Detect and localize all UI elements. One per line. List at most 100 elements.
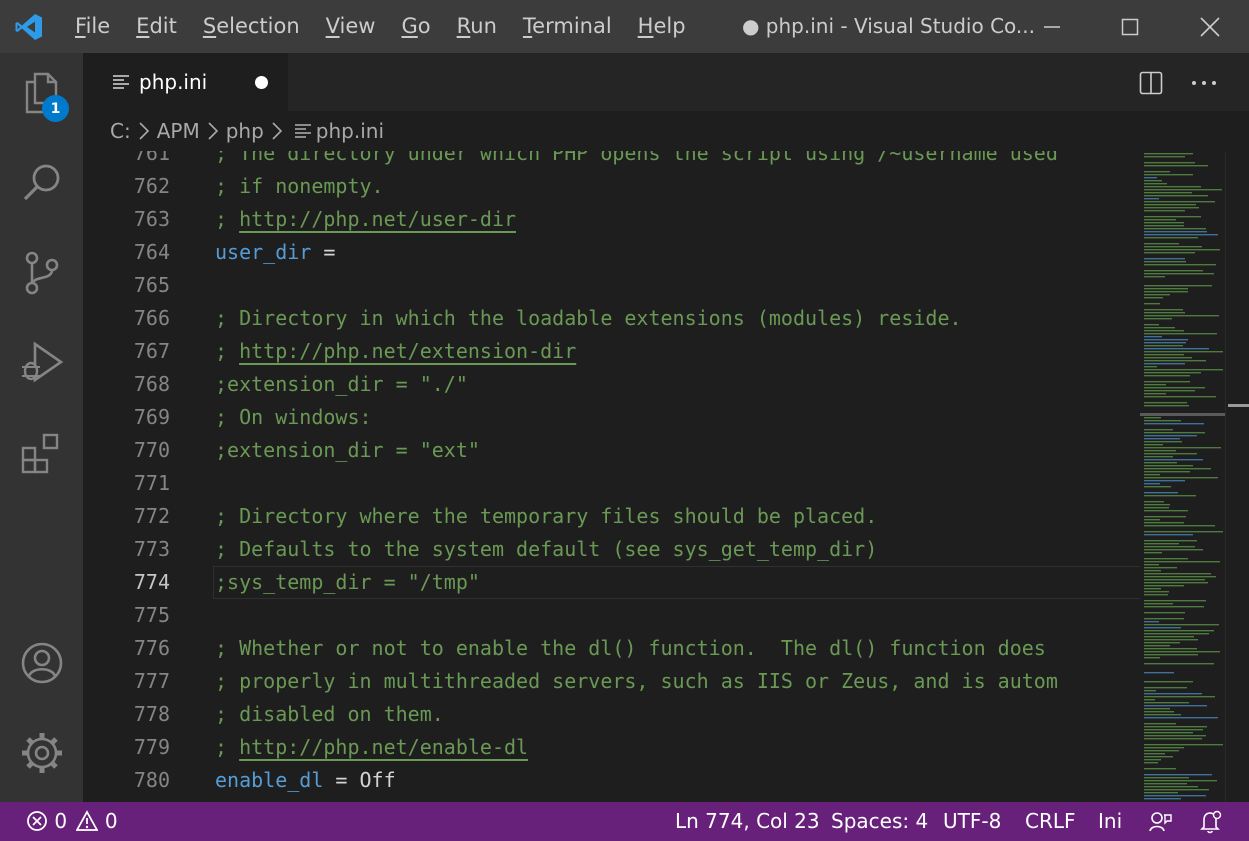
minimap-line [1144,228,1206,230]
url-link[interactable]: http://php.net/user-dir [239,207,516,231]
minimap-line [1144,444,1163,446]
minimap-line [1144,387,1205,389]
code-line[interactable]: 776 ; Whether or not to enable the dl() f… [83,632,1140,665]
line-text: ; On windows: [215,401,372,434]
close-window-button[interactable] [1182,0,1238,53]
code-editor[interactable]: 761 ; The directory under which PHP opens… [83,151,1140,802]
language-mode[interactable]: Ini [1098,802,1122,841]
code-line[interactable]: 764 user_dir = [83,236,1140,269]
minimap-line [1144,576,1216,578]
minimap-line [1144,342,1186,344]
comment-text: ; On windows: [215,405,372,429]
close-icon [1200,16,1220,37]
minimap-line [1144,402,1187,404]
eol-setting[interactable]: CRLF [1025,802,1076,841]
minimap-line [1144,651,1220,653]
code-line[interactable]: 768 ;extension_dir = "./" [83,368,1140,401]
menu-help[interactable]: Help [625,0,699,53]
minimap[interactable] [1140,151,1225,802]
notifications-button[interactable] [1199,810,1223,839]
code-line[interactable]: 767; http://php.net/extension-dir [83,335,1140,368]
code-line[interactable]: 773 ; Defaults to the system default (see… [83,533,1140,566]
breadcrumb-file[interactable]: php.ini [316,119,384,143]
indentation-setting[interactable]: Spaces: 4 [831,802,928,841]
code-line[interactable]: 771 [83,467,1140,500]
tab-php-ini[interactable]: php.ini [83,53,288,111]
minimap-line [1144,786,1198,788]
menu-view[interactable]: View [313,0,389,53]
code-line[interactable]: 769 ; On windows: [83,401,1140,434]
minimap-line [1144,441,1182,443]
code-line[interactable]: 762 ; if nonempty. [83,170,1140,203]
manage-button[interactable] [0,713,83,793]
code-line[interactable]: 774 ;sys_temp_dir = "/tmp" [83,566,1140,599]
minimap-line [1144,417,1161,419]
menu-go[interactable]: Go [388,0,443,53]
code-line[interactable]: 761 ; The directory under which PHP opens… [83,151,1140,170]
menu-file[interactable]: File [62,0,123,53]
code-line[interactable]: 765 [83,269,1140,302]
breadcrumb-folder-php[interactable]: php [226,119,264,143]
breadcrumb-folder-apm[interactable]: APM [157,119,200,143]
minimap-line [1144,507,1169,509]
minimap-line [1144,189,1222,191]
line-number: 765 [133,273,170,297]
comment-text: ; Defaults to the system default (see sy… [215,537,878,561]
minimap-preview [1140,153,1225,800]
menu-accelerator: V [325,14,340,38]
cursor-position[interactable]: Ln 774, Col 23 [675,802,820,841]
explorer-button[interactable]: 1 [0,53,83,133]
account-icon [21,642,62,684]
minimap-line [1144,330,1184,332]
minimap-line [1144,780,1217,782]
maximize-button[interactable] [1102,0,1158,53]
minimap-line [1144,738,1202,740]
minimap-line [1144,534,1193,536]
accounts-button[interactable] [0,623,83,703]
feedback-button[interactable] [1148,811,1172,838]
split-editor-button[interactable] [1136,68,1166,98]
unsaved-dot-icon[interactable] [255,76,268,89]
minimap-line [1144,327,1175,329]
minimize-button[interactable] [1024,0,1080,53]
minimap-line [1144,333,1217,335]
vertical-scrollbar[interactable] [1225,151,1249,802]
breadcrumb-drive[interactable]: C: [110,119,131,143]
comment-text: ; if nonempty. [215,174,384,198]
url-link[interactable]: http://php.net/enable-dl [239,735,528,759]
code-line[interactable]: 780 enable_dl = Off [83,764,1140,797]
line-text: ; disabled on them. [215,698,444,731]
minimap-line [1144,567,1177,569]
source-control-button[interactable] [0,233,83,313]
menu-terminal[interactable]: Terminal [510,0,625,53]
menu-selection[interactable]: Selection [190,0,313,53]
more-actions-button[interactable] [1189,68,1219,98]
minimap-line [1144,735,1206,737]
code-line[interactable]: 772 ; Directory where the temporary files… [83,500,1140,533]
encoding-setting[interactable]: UTF-8 [943,802,1001,841]
minimap-line [1144,201,1215,203]
code-line[interactable]: 778 ; disabled on them. [83,698,1140,731]
minimap-line [1144,783,1187,785]
url-link[interactable]: http://php.net/extension-dir [239,339,576,363]
minimap-line [1144,303,1160,305]
minimap-line [1144,546,1195,548]
code-line[interactable]: 770 ;extension_dir = "ext" [83,434,1140,467]
code-line[interactable]: 763; http://php.net/user-dir [83,203,1140,236]
extensions-button[interactable] [0,413,83,493]
run-debug-button[interactable] [0,323,83,403]
minimap-line [1144,624,1219,626]
code-line[interactable]: 766 ; Directory in which the loadable ext… [83,302,1140,335]
code-line[interactable]: 777 ; properly in multithreaded servers, … [83,665,1140,698]
problems-indicator[interactable]: 0 0 [26,802,118,841]
vscode-logo-icon[interactable] [14,12,44,42]
minimap-line [1144,792,1178,794]
menu-run[interactable]: Run [444,0,510,53]
menu-edit[interactable]: Edit [123,0,190,53]
search-button[interactable] [0,143,83,223]
minimap-line [1144,726,1207,728]
menu-label-rest: un [470,14,497,38]
menu-label-rest: erminal [532,14,612,38]
code-line[interactable]: 775 [83,599,1140,632]
code-line[interactable]: 779; http://php.net/enable-dl [83,731,1140,764]
